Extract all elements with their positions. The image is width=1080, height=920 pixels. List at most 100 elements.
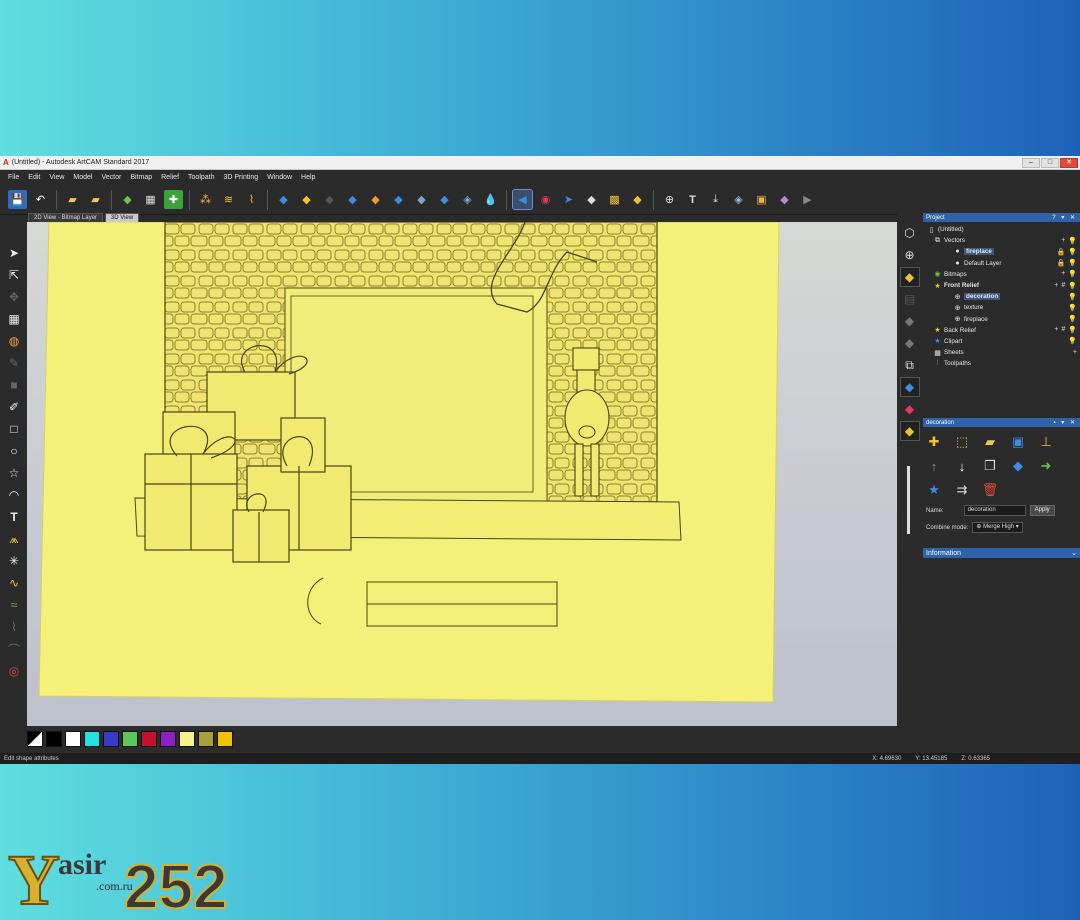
close-button[interactable]: ✕ — [1060, 157, 1078, 168]
relief-drop-icon[interactable]: 💧 — [481, 190, 500, 209]
add-icon[interactable]: + — [1073, 349, 1077, 356]
add-layer-icon[interactable]: ✚ — [925, 433, 943, 451]
wave-icon[interactable]: ≈ — [5, 596, 23, 614]
import-icon[interactable]: ⤓ — [706, 190, 725, 209]
relief-layers-icon[interactable]: ◆ — [389, 190, 408, 209]
tree-item-back-relief[interactable]: ★ Back Relief + # 💡 — [923, 325, 1080, 336]
import-folder-icon[interactable]: ▰ — [86, 190, 105, 209]
tree-item-untitled[interactable]: ▯ (Untitled) — [923, 224, 1080, 235]
menu-3d-printing[interactable]: 3D Printing — [224, 174, 259, 181]
bulb-icon[interactable]: 💡 — [1068, 304, 1077, 312]
arc-icon[interactable]: ◠ — [5, 486, 23, 504]
tree-item-clipart[interactable]: ★ Clipart 💡 — [923, 336, 1080, 347]
bulb-icon[interactable]: 💡 — [1068, 237, 1077, 245]
vector-texture-icon[interactable]: ≋ — [219, 190, 238, 209]
menu-bitmap[interactable]: Bitmap — [130, 174, 152, 181]
tree-item-vectors[interactable]: ⧉ Vectors + 💡 — [923, 235, 1080, 246]
vector-doctor-icon[interactable]: ◎ — [5, 662, 23, 680]
relief-shade-icon[interactable]: ◆ — [899, 267, 920, 287]
bulb-icon[interactable]: 💡 — [1068, 315, 1077, 323]
lock-icon[interactable]: 🔒 — [1057, 259, 1066, 267]
swatch-cyan[interactable] — [84, 731, 100, 747]
eraser-icon[interactable]: ■ — [5, 376, 23, 394]
wireframe-icon[interactable]: ▤ — [900, 289, 920, 309]
add-icon[interactable]: + — [1061, 270, 1065, 278]
tree-item-texture[interactable]: ⊕ texture 💡 — [923, 302, 1080, 313]
swatch-purple[interactable] — [160, 731, 176, 747]
add-model-icon[interactable]: ✚ — [164, 190, 183, 209]
transparency-slider[interactable] — [907, 466, 910, 534]
menu-window[interactable]: Window — [267, 174, 292, 181]
zoom-fit-icon[interactable]: ⊕ — [660, 190, 679, 209]
relief-dome-icon[interactable]: ◆ — [320, 190, 339, 209]
video-icon[interactable]: ▶ — [798, 190, 817, 209]
text-icon[interactable]: T — [5, 508, 23, 526]
tab-2d-view[interactable]: 2D View - Bitmap Layer — [28, 213, 103, 222]
add-icon[interactable]: + — [1061, 237, 1065, 245]
menu-relief[interactable]: Relief — [161, 174, 179, 181]
node-edit-icon[interactable]: ⁂ — [196, 190, 215, 209]
measure-icon[interactable]: ◍ — [5, 332, 23, 350]
combine-mode-select[interactable]: ⊕ Merge High ▾ — [972, 522, 1023, 533]
copy-layer-icon[interactable]: ❐ — [981, 457, 999, 475]
add-icon[interactable]: + — [1054, 326, 1058, 334]
shaded-icon[interactable]: ◆ — [900, 311, 920, 331]
apply-button[interactable]: Apply — [1029, 505, 1055, 516]
tree-item-fireplace-relief[interactable]: ⊕ fireplace 💡 — [923, 314, 1080, 325]
model-size-icon[interactable]: ▦ — [141, 190, 160, 209]
pen-icon[interactable]: ✎ — [5, 354, 23, 372]
ellipse-icon[interactable]: ○ — [5, 442, 23, 460]
swatch-green[interactable] — [122, 731, 138, 747]
relief-extrude-icon[interactable]: ◆ — [343, 190, 362, 209]
relief-model[interactable] — [27, 222, 897, 726]
select-arrow-icon[interactable]: ➤ — [5, 244, 23, 262]
tree-item-decoration[interactable]: ⊕ decoration 💡 — [923, 291, 1080, 302]
offset-icon[interactable]: ⌇ — [5, 618, 23, 636]
swatch-current[interactable] — [27, 731, 43, 747]
swatch-white[interactable] — [65, 731, 81, 747]
sparkle-icon[interactable]: ✳ — [5, 552, 23, 570]
menu-help[interactable]: Help — [301, 174, 315, 181]
polyline-icon[interactable]: ⌇ — [242, 190, 261, 209]
flat-shaded-icon[interactable]: ◆ — [900, 333, 920, 353]
paste-layer-icon[interactable]: ★ — [925, 481, 943, 499]
tree-item-fireplace-vector[interactable]: ● fireplace 🔒 💡 — [923, 246, 1080, 257]
delete-layer-icon[interactable]: 🗑 — [981, 481, 999, 499]
swatch-gold[interactable] — [217, 731, 233, 747]
spline-icon[interactable]: ⩕ — [5, 530, 23, 548]
split-layer-icon[interactable]: ⇉ — [953, 481, 971, 499]
swatch-blue[interactable] — [103, 731, 119, 747]
3d-viewport[interactable] — [27, 222, 897, 726]
relief-blend-icon[interactable]: ◆ — [412, 190, 431, 209]
node-select-icon[interactable]: ⇱ — [5, 266, 23, 284]
relief-weave-icon[interactable]: ▩ — [605, 190, 624, 209]
swatch-olive[interactable] — [198, 731, 214, 747]
bulb-icon[interactable]: 💡 — [1068, 326, 1077, 334]
model-position-icon[interactable]: ◆ — [118, 190, 137, 209]
level-icon[interactable]: ⊥ — [1037, 433, 1055, 451]
minimize-button[interactable]: – — [1022, 157, 1040, 168]
swatch-light-yellow[interactable] — [179, 731, 195, 747]
grid-view-icon[interactable]: ⧉ — [900, 355, 920, 375]
bezier-icon[interactable]: ∿ — [5, 574, 23, 592]
select-layer-icon[interactable]: ⬚ — [953, 433, 971, 451]
menu-edit[interactable]: Edit — [28, 174, 40, 181]
grid-small-icon[interactable]: # — [1061, 282, 1065, 290]
bulb-icon[interactable]: 💡 — [1068, 270, 1077, 278]
move-down-icon[interactable]: ↓ — [953, 457, 971, 475]
open-folder-icon[interactable]: ▰ — [63, 190, 82, 209]
tree-item-toolpaths[interactable]: ⫶ Toolpaths — [923, 358, 1080, 369]
menu-file[interactable]: File — [8, 174, 19, 181]
grid-small-icon[interactable]: # — [1061, 326, 1065, 334]
sculpt-relief-icon[interactable]: ◀ — [512, 189, 533, 210]
information-header[interactable]: Information ⌄ — [923, 548, 1080, 558]
merge-layer-icon[interactable]: ◆ — [1009, 457, 1027, 475]
layer-name-input[interactable]: decoration — [963, 505, 1026, 516]
grid-icon[interactable]: ▦ — [5, 310, 23, 328]
add-icon[interactable]: + — [1054, 282, 1058, 290]
open-layer-icon[interactable]: ▰ — [981, 433, 999, 451]
tab-3d-view[interactable]: 3D View — [104, 213, 140, 222]
fillet-icon[interactable]: ⌒ — [5, 640, 23, 658]
maximize-button[interactable]: □ — [1041, 157, 1059, 168]
save-layer-icon[interactable]: ▣ — [1009, 433, 1027, 451]
